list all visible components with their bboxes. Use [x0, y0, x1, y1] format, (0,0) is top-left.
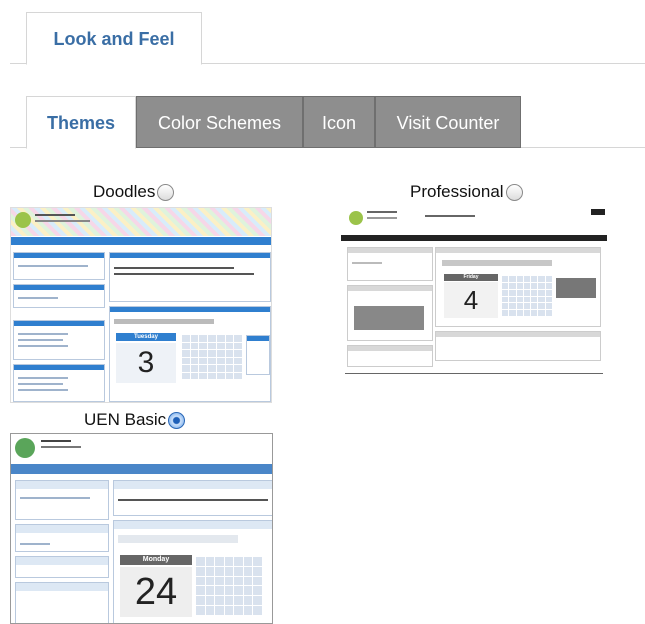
tab-themes[interactable]: Themes [26, 96, 136, 149]
tab-visit-counter[interactable]: Visit Counter [375, 96, 521, 148]
theme-option-doodles: Doodles [93, 182, 175, 202]
theme-name-doodles: Doodles [93, 182, 156, 201]
tab-color-schemes[interactable]: Color Schemes [136, 96, 303, 148]
theme-name-uen-basic: UEN Basic [84, 410, 167, 429]
doodles-logo-icon [15, 212, 31, 228]
theme-name-professional: Professional [410, 182, 504, 201]
main-tab-bar: Look and Feel [10, 12, 645, 65]
professional-radio[interactable] [505, 183, 523, 201]
professional-logo-icon [349, 211, 363, 225]
theme-option-professional: Professional [410, 182, 523, 202]
theme-option-uen-basic: UEN Basic [84, 410, 186, 430]
look-and-feel-page: Look and Feel Themes Color Schemes Icon … [0, 0, 645, 624]
theme-tab-bar: Themes Color Schemes Icon Visit Counter [10, 96, 645, 149]
uen-weekday: Monday [120, 555, 192, 565]
uen-basic-radio[interactable] [168, 411, 186, 429]
tab-icon[interactable]: Icon [303, 96, 375, 148]
doodles-preview-image[interactable]: Tuesday 3 [10, 207, 272, 403]
doodles-preview-header [11, 208, 271, 236]
tab-look-and-feel[interactable]: Look and Feel [26, 12, 202, 65]
uen-preview-nav [11, 464, 272, 474]
uen-date: 24 [120, 567, 192, 617]
professional-preview-nav [341, 235, 607, 241]
doodles-preview-nav [11, 237, 271, 245]
doodles-weekday: Tuesday [116, 333, 176, 341]
professional-date: 4 [444, 282, 498, 318]
professional-weekday: Friday [444, 274, 498, 281]
professional-preview-image[interactable]: Friday 4 [341, 205, 607, 385]
doodles-radio[interactable] [157, 183, 175, 201]
doodles-date: 3 [116, 343, 176, 383]
uen-logo-icon [15, 438, 35, 458]
uen-basic-preview-image[interactable]: Monday 24 [10, 433, 273, 624]
